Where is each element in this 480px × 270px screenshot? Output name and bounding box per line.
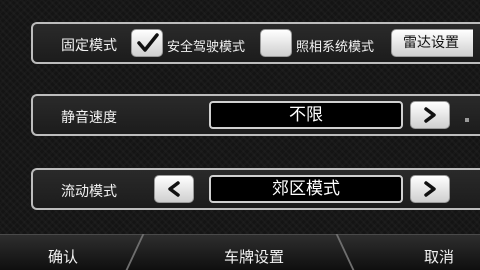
- scroll-indicator: [465, 118, 469, 122]
- mute-speed-label: 静音速度: [61, 110, 117, 126]
- plate-settings-button[interactable]: 车牌设置: [224, 246, 284, 267]
- chevron-right-icon: [424, 107, 436, 123]
- chevron-left-icon: [168, 181, 180, 197]
- safe-driving-checkbox[interactable]: [131, 29, 163, 57]
- checkmark-icon: [137, 33, 159, 52]
- chevron-right-icon: [424, 181, 436, 197]
- flow-mode-prev-button[interactable]: [154, 175, 194, 203]
- mute-speed-panel: 静音速度 不限: [31, 94, 480, 136]
- settings-screen: 固定模式 安全驾驶模式 照相系统模式 雷达设置 静音速度 不限 流动模式 郊区模…: [0, 0, 480, 270]
- fixed-mode-label: 固定模式: [61, 38, 117, 54]
- radar-settings-button[interactable]: 雷达设置: [391, 29, 473, 57]
- camera-system-checkbox[interactable]: [260, 29, 292, 57]
- safe-driving-label: 安全驾驶模式: [167, 40, 246, 55]
- camera-system-label: 照相系统模式: [296, 40, 375, 55]
- mute-speed-value: 不限: [209, 101, 403, 129]
- confirm-button[interactable]: 确认: [48, 246, 78, 267]
- flow-mode-panel: 流动模式 郊区模式: [31, 168, 480, 210]
- flow-mode-next-button[interactable]: [410, 175, 450, 203]
- flow-mode-label: 流动模式: [61, 184, 117, 200]
- mode-panel: 固定模式 安全驾驶模式 照相系统模式 雷达设置: [31, 22, 480, 64]
- mute-speed-next-button[interactable]: [410, 101, 450, 129]
- cancel-button[interactable]: 取消: [424, 246, 454, 267]
- flow-mode-value: 郊区模式: [209, 175, 403, 203]
